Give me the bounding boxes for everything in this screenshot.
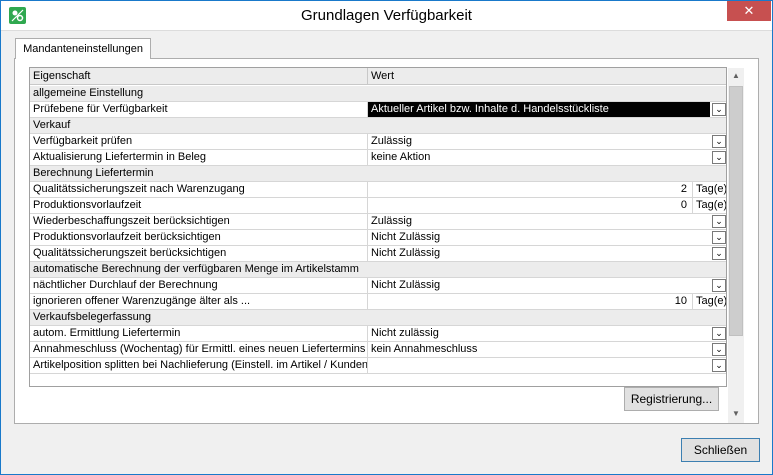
chevron-down-icon[interactable]: ⌄ <box>712 135 726 148</box>
property-row[interactable]: Artikelposition splitten bei Nachlieferu… <box>30 358 726 374</box>
property-label: Produktionsvorlaufzeit berücksichtigen <box>30 230 368 245</box>
chevron-down-icon[interactable]: ⌄ <box>712 279 726 292</box>
group-row: automatische Berechnung der verfügbaren … <box>30 262 726 278</box>
property-value-select[interactable]: Zulässig <box>368 214 726 229</box>
property-grid: Eigenschaft Wert allgemeine Einstellung P… <box>29 67 727 387</box>
property-label: Qualitätssicherungszeit nach Warenzugang <box>30 182 368 197</box>
property-row[interactable]: Wiederbeschaffungszeit berücksichtigen Zu… <box>30 214 726 230</box>
property-row[interactable]: Aktualisierung Liefertermin in Beleg kein… <box>30 150 726 166</box>
group-row: Verkauf <box>30 118 726 134</box>
scrollbar-thumb[interactable] <box>729 86 743 336</box>
cell-separator <box>692 198 693 213</box>
close-icon: ✕ <box>743 3 755 18</box>
property-label: nächtlicher Durchlauf der Berechnung <box>30 278 368 293</box>
unit-label: Tag(e) <box>696 183 727 195</box>
property-value-number[interactable]: 10 <box>370 294 687 309</box>
property-value-select[interactable] <box>368 358 726 373</box>
group-label: allgemeine Einstellung <box>33 87 144 99</box>
property-row[interactable]: Verfügbarkeit prüfen Zulässig ⌄ <box>30 134 726 150</box>
chevron-down-icon[interactable]: ⌄ <box>712 103 726 116</box>
group-label: Berechnung Liefertermin <box>33 167 154 179</box>
register-button[interactable]: Registrierung... <box>624 387 719 411</box>
group-row: allgemeine Einstellung <box>30 86 726 102</box>
close-button[interactable]: Schließen <box>681 438 760 462</box>
property-label: Artikelposition splitten bei Nachlieferu… <box>30 358 368 373</box>
property-value-select[interactable]: Zulässig <box>368 134 726 149</box>
group-label: Verkauf <box>33 119 71 131</box>
chevron-down-icon[interactable]: ⌄ <box>712 327 726 340</box>
property-value-select[interactable]: Aktueller Artikel bzw. Inhalte d. Handel… <box>368 102 710 117</box>
tab-panel: Eigenschaft Wert allgemeine Einstellung P… <box>14 58 759 424</box>
property-row[interactable]: nächtlicher Durchlauf der Berechnung Nich… <box>30 278 726 294</box>
chevron-down-icon[interactable]: ⌄ <box>712 343 726 356</box>
property-row[interactable]: Produktionsvorlaufzeit berücksichtigen Ni… <box>30 230 726 246</box>
property-row[interactable]: Prüfebene für Verfügbarkeit Aktueller Art… <box>30 102 726 118</box>
property-value-select[interactable]: kein Annahmeschluss <box>368 342 726 357</box>
group-label: Verkaufsbelegerfassung <box>33 311 152 323</box>
property-row[interactable]: Annahmeschluss (Wochentag) für Ermittl. … <box>30 342 726 358</box>
column-header-value[interactable]: Wert <box>368 68 726 85</box>
dialog-window: Grundlagen Verfügbarkeit ✕ Mandanteneins… <box>0 0 773 475</box>
chevron-down-icon[interactable]: ⌄ <box>712 215 726 228</box>
property-label: Produktionsvorlaufzeit <box>30 198 368 213</box>
property-label: Prüfebene für Verfügbarkeit <box>30 102 368 117</box>
property-value-select[interactable]: Nicht Zulässig <box>368 246 726 261</box>
vertical-scrollbar[interactable]: ▲ ▼ <box>728 68 744 423</box>
scroll-up-icon[interactable]: ▲ <box>729 69 743 83</box>
property-value-select[interactable]: Nicht zulässig <box>368 326 726 341</box>
property-label: Wiederbeschaffungszeit berücksichtigen <box>30 214 368 229</box>
property-label: autom. Ermittlung Liefertermin <box>30 326 368 341</box>
property-value-number[interactable]: 2 <box>370 182 687 197</box>
group-row: Verkaufsbelegerfassung <box>30 310 726 326</box>
property-label: Verfügbarkeit prüfen <box>30 134 368 149</box>
window-title: Grundlagen Verfügbarkeit <box>301 7 472 24</box>
group-label: automatische Berechnung der verfügbaren … <box>33 263 359 275</box>
column-header-property[interactable]: Eigenschaft <box>30 68 368 85</box>
property-label: Qualitätssicherungszeit berücksichtigen <box>30 246 368 261</box>
chevron-down-icon[interactable]: ⌄ <box>712 151 726 164</box>
chevron-down-icon[interactable]: ⌄ <box>712 359 726 372</box>
unit-label: Tag(e) <box>696 199 727 211</box>
property-row[interactable]: ignorieren offener Warenzugänge älter al… <box>30 294 727 310</box>
unit-label: Tag(e) <box>696 295 727 307</box>
property-row[interactable]: Qualitätssicherungszeit berücksichtigen N… <box>30 246 726 262</box>
chevron-down-icon[interactable]: ⌄ <box>712 231 726 244</box>
property-value-select[interactable]: Nicht Zulässig <box>368 230 726 245</box>
property-label: Annahmeschluss (Wochentag) für Ermittl. … <box>30 342 368 357</box>
scroll-down-icon[interactable]: ▼ <box>729 407 743 421</box>
property-row[interactable]: Qualitätssicherungszeit nach Warenzugang… <box>30 182 727 198</box>
property-value-number[interactable]: 0 <box>370 198 687 213</box>
property-value-select[interactable]: Nicht Zulässig <box>368 278 726 293</box>
property-value-select[interactable]: keine Aktion <box>368 150 726 165</box>
chevron-down-icon[interactable]: ⌄ <box>712 247 726 260</box>
close-window-button[interactable]: ✕ <box>727 1 771 21</box>
property-row[interactable]: Produktionsvorlaufzeit 0 Tag(e) <box>30 198 727 214</box>
cell-separator <box>692 294 693 309</box>
property-label: ignorieren offener Warenzugänge älter al… <box>30 294 368 309</box>
property-row[interactable]: autom. Ermittlung Liefertermin Nicht zulä… <box>30 326 726 342</box>
tab-mandanteneinstellungen[interactable]: Mandanteneinstellungen <box>15 38 151 59</box>
grid-header: Eigenschaft Wert <box>30 68 726 85</box>
property-label: Aktualisierung Liefertermin in Beleg <box>30 150 368 165</box>
group-row: Berechnung Liefertermin <box>30 166 726 182</box>
cell-separator <box>692 182 693 197</box>
title-bar[interactable]: Grundlagen Verfügbarkeit ✕ <box>1 1 772 31</box>
